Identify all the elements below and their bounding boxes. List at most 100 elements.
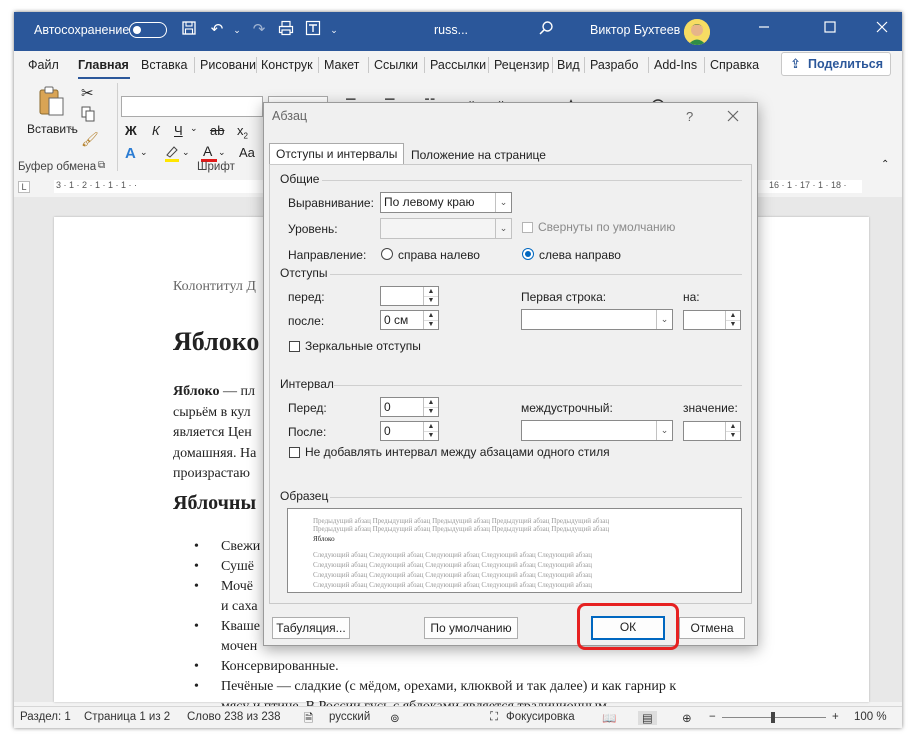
spinner[interactable]: ▲ ▼ [423,398,438,416]
paragraph-1[interactable]: Яблоко — пл сырьём в кул является Цен до… [173,382,256,485]
chevron-down-icon: ⌄ [656,310,672,329]
save-icon[interactable] [179,20,199,40]
paste-icon[interactable] [36,85,66,117]
status-focus[interactable]: Фокусировка [506,711,575,723]
change-case-button[interactable]: Aa [239,145,255,160]
font-color-icon[interactable]: A [201,143,217,163]
text-effects-icon[interactable]: A [125,145,136,162]
highlight-icon[interactable] [164,144,180,162]
tab-view[interactable]: Вид [557,58,580,72]
tab-review[interactable]: Рецензир [494,58,549,72]
heading-2[interactable]: Яблочны [173,492,256,515]
focus-icon[interactable]: ⛶ [490,711,498,724]
tab-insert[interactable]: Вставка [141,58,187,72]
print-preview-icon[interactable] [276,20,296,40]
spinner[interactable]: ▲ ▼ [725,311,740,329]
spinner[interactable]: ▲ ▼ [423,311,438,329]
status-page[interactable]: Страница 1 из 2 [84,711,170,723]
tab-selector-icon[interactable]: L [18,181,30,193]
ltr-radio[interactable] [522,248,534,260]
level-select[interactable]: ⌄ [380,218,512,239]
spinner[interactable]: ▲ ▼ [423,422,438,440]
text-format-icon[interactable] [303,20,323,40]
tab-file[interactable]: Файл [28,58,59,72]
paste-dropdown-icon[interactable]: ⌄ [68,122,76,133]
copy-icon[interactable] [81,106,95,122]
collapse-ribbon-icon[interactable]: ⌃ [881,159,889,170]
search-icon[interactable] [536,20,556,40]
dialog-close-icon[interactable] [726,109,740,123]
spacing-value-input[interactable]: ▲ ▼ [683,421,741,441]
zoom-out-icon[interactable]: − [709,711,716,723]
indent-before-input[interactable]: ▲ ▼ [380,286,439,306]
cut-icon[interactable]: ✂ [81,84,94,102]
web-layout-icon[interactable]: ⊕ [682,711,692,725]
tab-mailings[interactable]: Рассылки [430,58,486,72]
maximize-icon[interactable] [820,20,840,40]
status-zoom[interactable]: 100 % [854,711,887,723]
highlight-dropdown-icon[interactable]: ⌄ [182,147,190,158]
tab-references[interactable]: Ссылки [374,58,418,72]
undo-dropdown-icon[interactable]: ⌄ [227,20,247,40]
cancel-button[interactable]: Отмена [679,617,745,639]
bold-button[interactable]: Ж [125,123,137,138]
set-default-button[interactable]: По умолчанию [424,617,518,639]
customize-qat-icon[interactable]: ⌄ [324,20,344,40]
avatar[interactable] [684,19,710,45]
collapsed-checkbox[interactable] [522,222,533,233]
document-title[interactable]: Яблоко [173,327,259,357]
underline-dropdown-icon[interactable]: ⌄ [190,123,198,134]
indent-after-input[interactable]: 0 см ▲ ▼ [380,310,439,330]
redo-icon[interactable]: ↷ [249,20,269,40]
tab-design[interactable]: Конструк [261,58,313,72]
status-words[interactable]: Слово 238 из 238 [187,711,281,723]
tabs-button[interactable]: Табуляция... [272,617,350,639]
close-icon[interactable] [872,20,892,40]
share-button[interactable]: ⇪ Поделиться [781,52,891,76]
print-layout-icon[interactable]: ▤ [638,711,657,725]
space-before-input[interactable]: 0 ▲ ▼ [380,397,439,417]
header-text[interactable]: Колонтитул Д [173,279,256,295]
line-spacing-select[interactable]: ⌄ [521,420,673,441]
status-language[interactable]: русский [329,711,370,723]
user-name[interactable]: Виктор Бухтеев [590,23,680,37]
zoom-in-icon[interactable]: + [832,711,839,723]
rtl-radio[interactable] [381,248,393,260]
document-name[interactable]: russ... [434,23,468,37]
zoom-slider-thumb[interactable] [771,712,775,723]
font-name-box[interactable] [121,96,263,117]
space-after-input[interactable]: 0 ▲ ▼ [380,421,439,441]
tab-home[interactable]: Главная [78,58,129,72]
tab-indents-spacing[interactable]: Отступы и интервалы [269,143,405,165]
tab-layout[interactable]: Макет [324,58,359,72]
subscript-button[interactable]: x2 [237,123,248,141]
first-line-by-input[interactable]: ▲ ▼ [683,310,741,330]
mirror-indents-checkbox[interactable] [289,341,300,352]
font-color-dropdown-icon[interactable]: ⌄ [218,147,226,158]
strikethrough-button[interactable]: ab [210,123,224,138]
spinner[interactable]: ▲ ▼ [423,287,438,305]
clipboard-launcher-icon[interactable]: ⧉ [98,160,105,171]
undo-icon[interactable]: ↶ [207,20,227,40]
indent-after-value: 0 см [384,313,409,327]
autosave-toggle[interactable] [129,22,167,38]
help-button[interactable]: ? [686,109,693,124]
first-line-select[interactable]: ⌄ [521,309,673,330]
italic-button[interactable]: К [152,123,160,138]
no-space-checkbox[interactable] [289,447,300,458]
format-painter-icon[interactable]: 🖌 [81,131,99,148]
text-effects-dropdown-icon[interactable]: ⌄ [140,147,148,158]
spellcheck-icon[interactable]: 🗎 [304,711,313,728]
tab-developer[interactable]: Разрабо [590,58,638,72]
tab-addins[interactable]: Add-Ins [654,58,697,72]
tab-help[interactable]: Справка [710,58,759,72]
alignment-select[interactable]: По левому краю ⌄ [380,192,512,213]
accessibility-icon[interactable]: ⊚ [390,711,400,725]
status-section[interactable]: Раздел: 1 [20,711,71,723]
spinner[interactable]: ▲ ▼ [725,422,740,440]
tab-draw[interactable]: Рисовани [200,58,256,72]
tab-line-page-breaks[interactable]: Положение на странице [405,145,552,165]
underline-button[interactable]: Ч [174,123,183,138]
minimize-icon[interactable] [754,20,774,40]
read-mode-icon[interactable]: 📖 [602,711,616,725]
